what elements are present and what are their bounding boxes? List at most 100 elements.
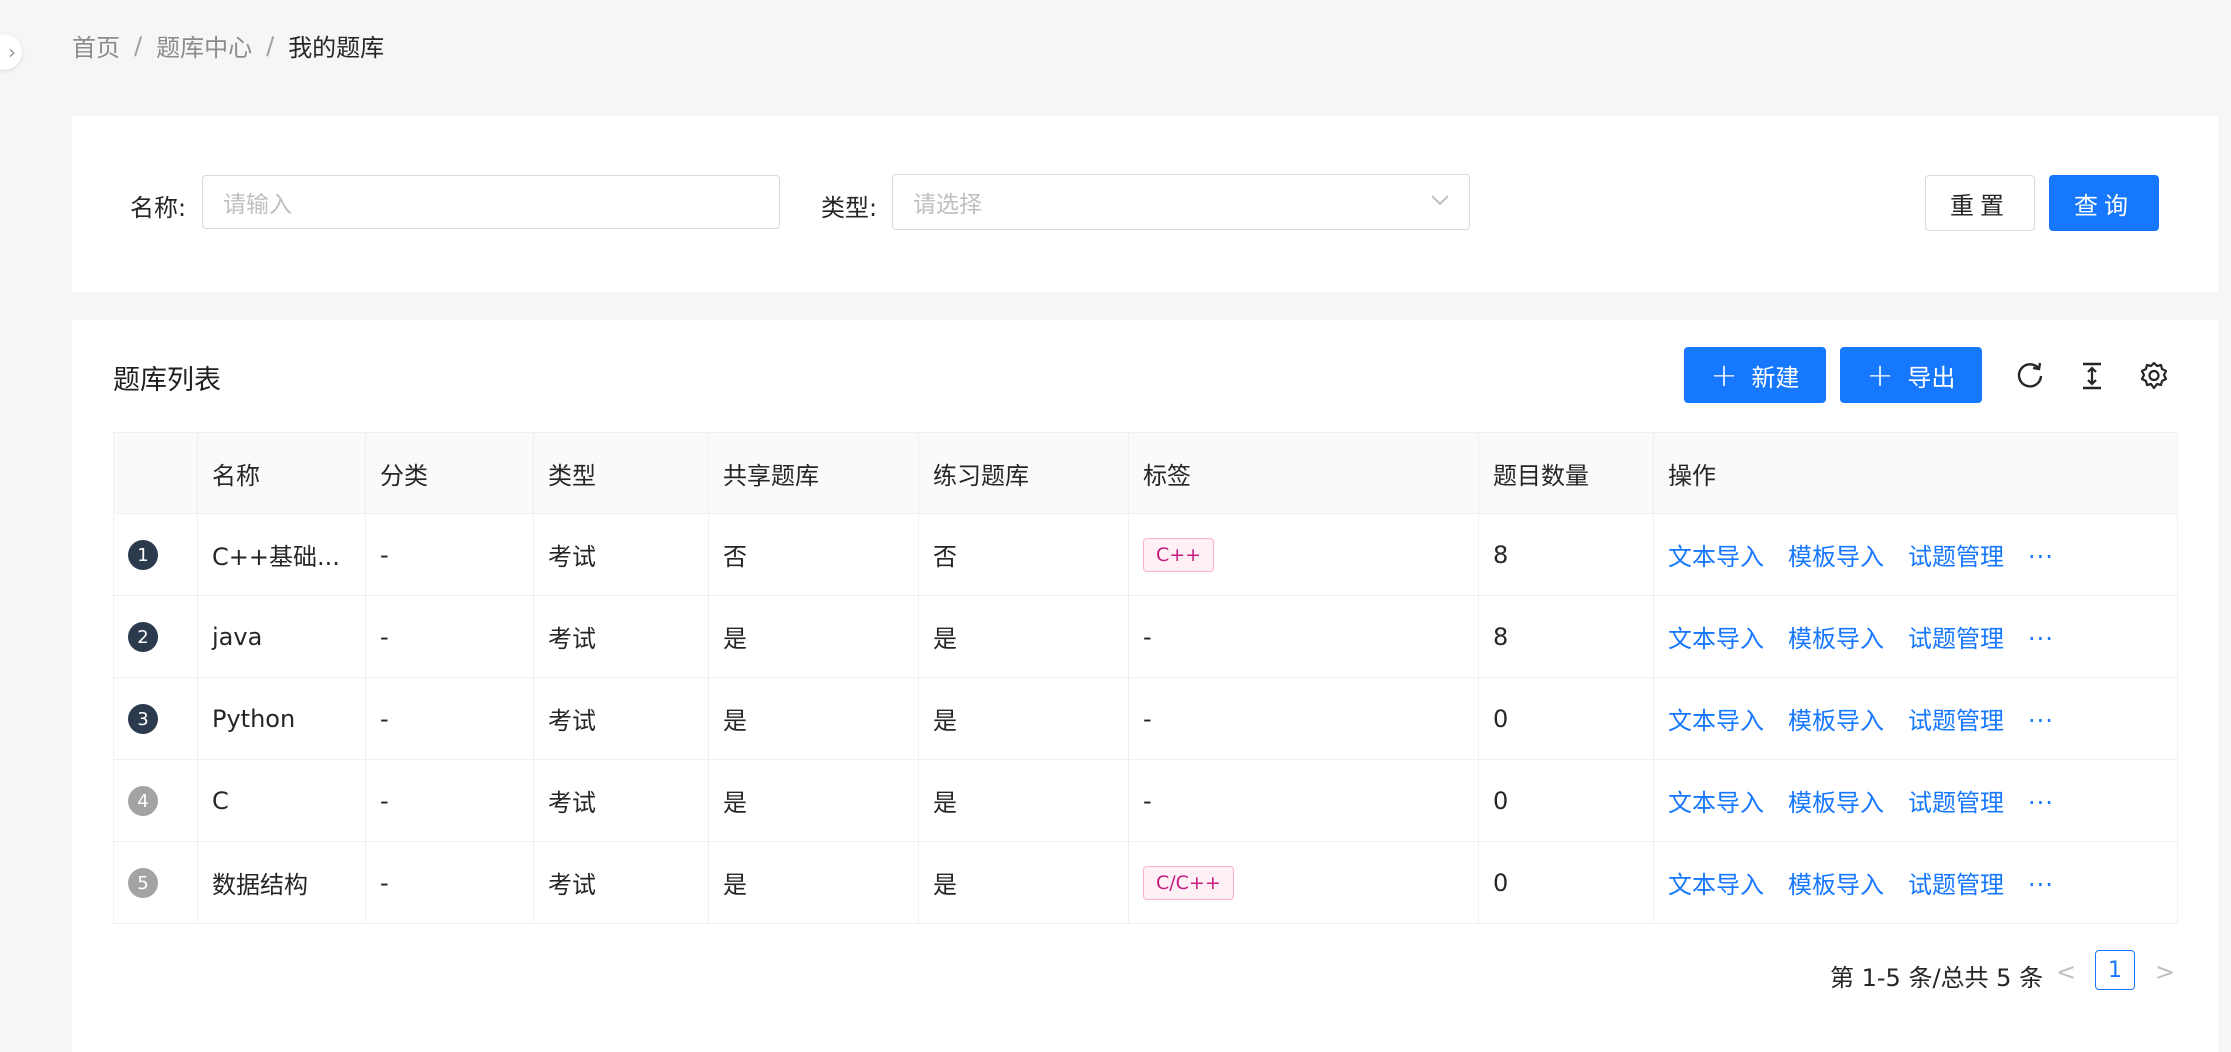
- template-import-link[interactable]: 模板导入: [1788, 543, 1884, 571]
- cell-count: 0: [1478, 759, 1654, 842]
- cell-type: 考试: [533, 759, 709, 842]
- pagination-page-1[interactable]: 1: [2095, 950, 2135, 990]
- column-header-name: 名称: [197, 432, 366, 514]
- question-manage-link[interactable]: 试题管理: [1908, 871, 2004, 899]
- breadcrumb-bank-center[interactable]: 题库中心: [156, 28, 252, 63]
- tag-badge: C++: [1143, 537, 1215, 572]
- row-index-badge: 4: [128, 786, 158, 817]
- table-header-row: 名称 分类 类型 共享题库 练习题库 标签 题目数量 操作: [113, 432, 2178, 514]
- column-header-shared: 共享题库: [708, 432, 919, 514]
- plus-icon: +: [1866, 356, 1894, 394]
- column-header-practice: 练习题库: [918, 432, 1129, 514]
- cell-name: java: [197, 595, 366, 678]
- chevron-down-icon: [1431, 195, 1449, 206]
- cell-actions: 文本导入 模板导入 试题管理 ···: [1653, 595, 2178, 678]
- more-icon[interactable]: ···: [2028, 871, 2054, 899]
- cell-category: -: [365, 759, 534, 842]
- setting-icon[interactable]: [2138, 360, 2170, 392]
- new-button[interactable]: + 新建: [1684, 347, 1826, 403]
- breadcrumb-home[interactable]: 首页: [72, 28, 120, 63]
- reset-button[interactable]: 重置: [1925, 175, 2035, 231]
- name-label: 名称:: [130, 194, 187, 222]
- cell-count: 8: [1478, 595, 1654, 678]
- question-manage-link[interactable]: 试题管理: [1908, 707, 2004, 735]
- cell-name: C: [197, 759, 366, 842]
- cell-shared: 是: [708, 841, 919, 924]
- cell-category: -: [365, 841, 534, 924]
- cell-actions: 文本导入 模板导入 试题管理 ···: [1653, 759, 2178, 842]
- more-icon[interactable]: ···: [2028, 707, 2054, 735]
- cell-practice: 是: [918, 841, 1129, 924]
- row-index-badge: 1: [128, 540, 158, 571]
- type-placeholder: 请选择: [913, 192, 982, 218]
- cell-count: 8: [1478, 513, 1654, 596]
- export-button[interactable]: + 导出: [1840, 347, 1982, 403]
- template-import-link[interactable]: 模板导入: [1788, 871, 1884, 899]
- cell-type: 考试: [533, 841, 709, 924]
- cell-practice: 是: [918, 759, 1129, 842]
- cell-practice: 是: [918, 677, 1129, 760]
- text-import-link[interactable]: 文本导入: [1668, 707, 1764, 735]
- cell-tags: -: [1128, 677, 1479, 760]
- table-row: 5 数据结构 - 考试 是 是 C/C++ 0 文本导入 模板导入 试题管理 ···: [113, 841, 2178, 924]
- cell-category: -: [365, 513, 534, 596]
- more-icon[interactable]: ···: [2028, 789, 2054, 817]
- cell-tags: -: [1128, 595, 1479, 678]
- pagination-next-icon[interactable]: >: [2155, 958, 2175, 986]
- list-card: 题库列表 + 新建 + 导出 名称 分类 类型 共享题库 练习题库 标签 题目数…: [72, 320, 2218, 1052]
- column-header-count: 题目数量: [1478, 432, 1654, 514]
- table-row: 2 java - 考试 是 是 - 8 文本导入 模板导入 试题管理 ···: [113, 595, 2178, 678]
- breadcrumb: 首页 / 题库中心 / 我的题库: [72, 28, 384, 63]
- cell-practice: 是: [918, 595, 1129, 678]
- cell-category: -: [365, 677, 534, 760]
- cell-name: Python: [197, 677, 366, 760]
- more-icon[interactable]: ···: [2028, 543, 2054, 571]
- cell-category: -: [365, 595, 534, 678]
- row-index-badge: 3: [128, 704, 158, 735]
- new-button-label: 新建: [1751, 363, 1800, 392]
- query-button[interactable]: 查询: [2049, 175, 2159, 231]
- cell-type: 考试: [533, 595, 709, 678]
- chevron-right-icon: ›: [8, 40, 16, 64]
- column-header-category: 分类: [365, 432, 534, 514]
- column-header-tags: 标签: [1128, 432, 1479, 514]
- cell-tags: -: [1128, 759, 1479, 842]
- text-import-link[interactable]: 文本导入: [1668, 625, 1764, 653]
- cell-name: C++基础...: [197, 513, 366, 596]
- row-index-badge: 5: [128, 868, 158, 899]
- column-header-actions: 操作: [1653, 432, 2178, 514]
- template-import-link[interactable]: 模板导入: [1788, 707, 1884, 735]
- cell-type: 考试: [533, 513, 709, 596]
- table-row: 4 C - 考试 是 是 - 0 文本导入 模板导入 试题管理 ···: [113, 759, 2178, 842]
- text-import-link[interactable]: 文本导入: [1668, 543, 1764, 571]
- template-import-link[interactable]: 模板导入: [1788, 625, 1884, 653]
- question-manage-link[interactable]: 试题管理: [1908, 543, 2004, 571]
- question-manage-link[interactable]: 试题管理: [1908, 625, 2004, 653]
- cell-type: 考试: [533, 677, 709, 760]
- more-icon[interactable]: ···: [2028, 625, 2054, 653]
- cell-shared: 是: [708, 677, 919, 760]
- cell-count: 0: [1478, 677, 1654, 760]
- reload-icon[interactable]: [2014, 360, 2046, 392]
- reset-button-label: 重置: [1950, 191, 2010, 220]
- cell-tags: C++: [1128, 513, 1479, 596]
- export-button-label: 导出: [1907, 363, 1956, 392]
- pagination-prev-icon[interactable]: <: [2056, 958, 2076, 986]
- text-import-link[interactable]: 文本导入: [1668, 789, 1764, 817]
- template-import-link[interactable]: 模板导入: [1788, 789, 1884, 817]
- question-manage-link[interactable]: 试题管理: [1908, 789, 2004, 817]
- breadcrumb-separator: /: [266, 31, 275, 60]
- cell-actions: 文本导入 模板导入 试题管理 ···: [1653, 513, 2178, 596]
- text-import-link[interactable]: 文本导入: [1668, 871, 1764, 899]
- breadcrumb-current: 我的题库: [288, 34, 385, 62]
- table-row: 3 Python - 考试 是 是 - 0 文本导入 模板导入 试题管理 ···: [113, 677, 2178, 760]
- plus-icon: +: [1710, 356, 1738, 394]
- type-label: 类型:: [821, 194, 878, 222]
- sidebar-collapse-toggle[interactable]: ›: [0, 34, 22, 70]
- column-height-icon[interactable]: [2076, 360, 2108, 392]
- cell-shared: 是: [708, 595, 919, 678]
- query-button-label: 查询: [2074, 191, 2134, 220]
- cell-shared: 是: [708, 759, 919, 842]
- type-select[interactable]: 请选择: [892, 174, 1470, 230]
- name-search-input[interactable]: 请输入: [202, 175, 780, 229]
